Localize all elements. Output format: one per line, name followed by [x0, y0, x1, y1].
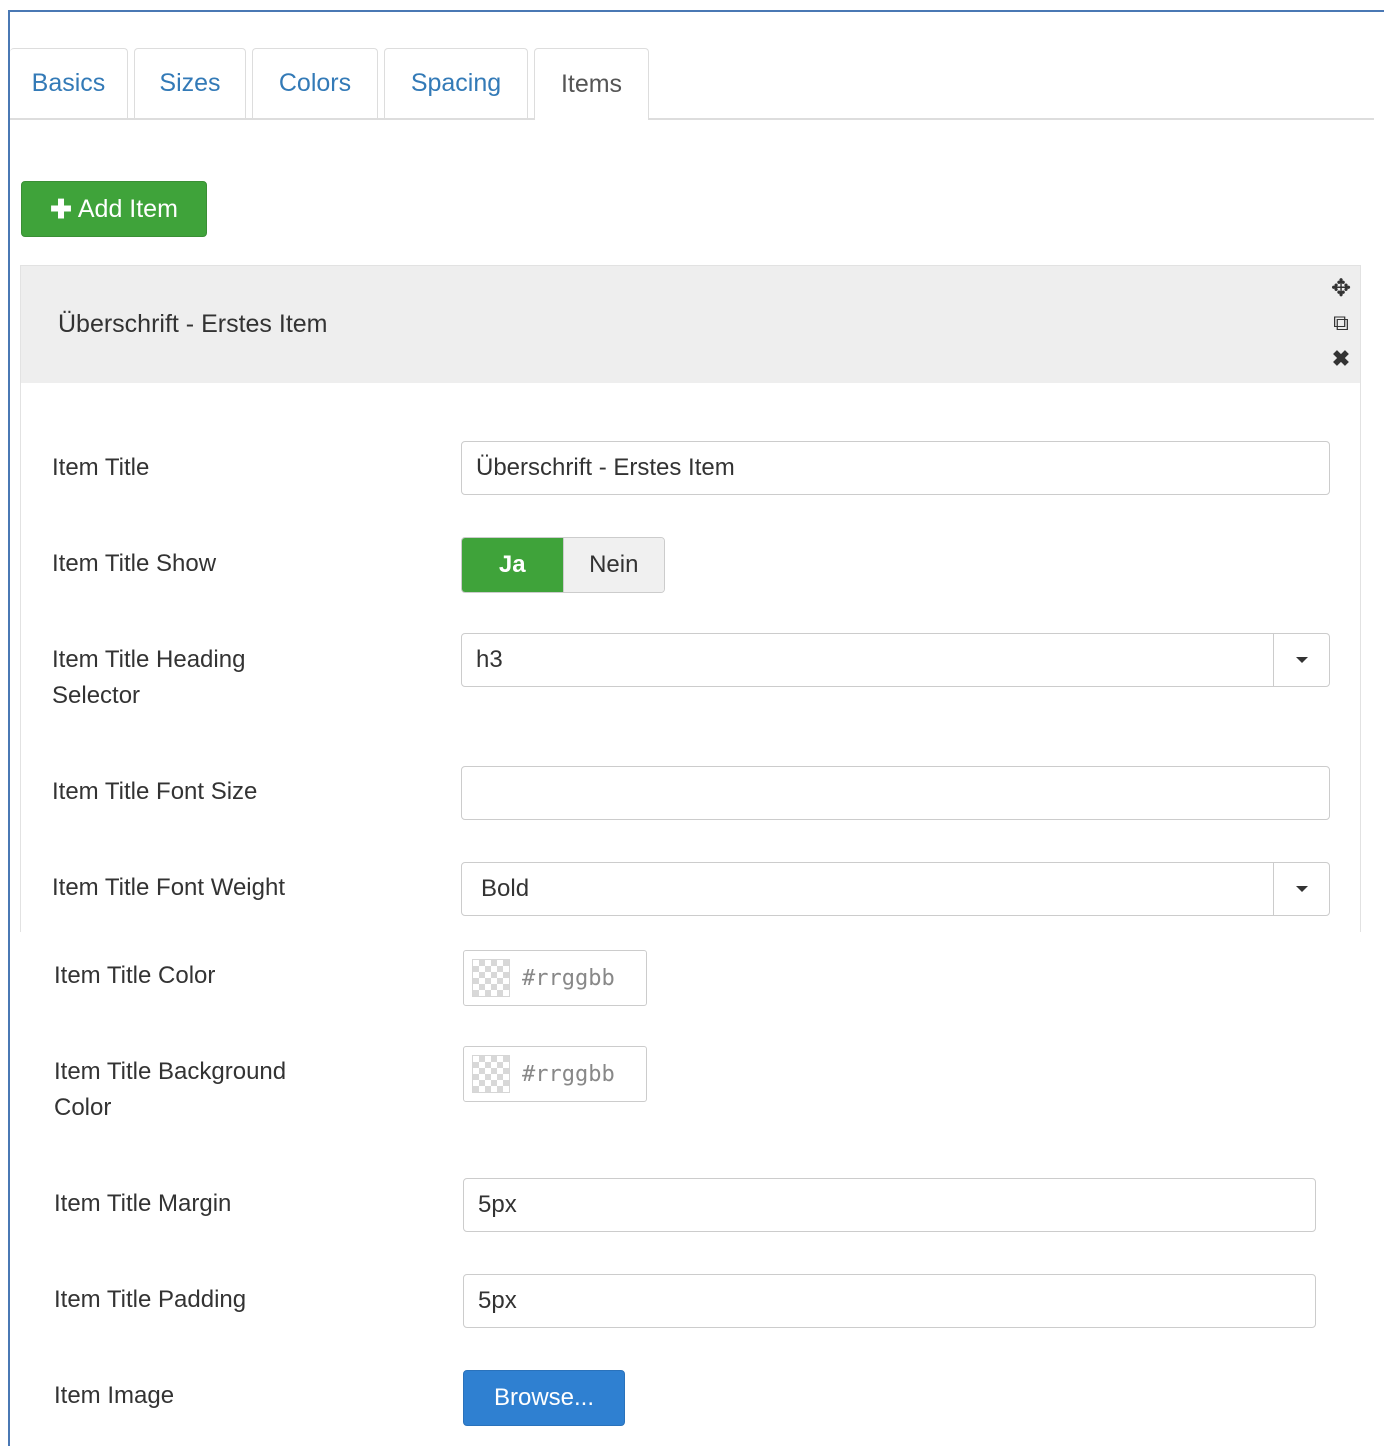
title-padding-value: 5px	[478, 1287, 517, 1314]
move-icon[interactable]: ✥	[1326, 274, 1356, 303]
tab-basics[interactable]: Basics	[10, 48, 128, 118]
title-padding-label: Item Title Padding	[54, 1286, 247, 1313]
heading-selector-dropdown[interactable]	[1273, 634, 1329, 686]
title-margin-input[interactable]: 5px	[463, 1178, 1316, 1232]
tab-colors[interactable]: Colors	[252, 48, 378, 118]
tab-sizes[interactable]: Sizes	[134, 48, 246, 118]
tab-bar-divider	[10, 118, 1374, 120]
title-bg-color-label: Item Title Background Color	[54, 1054, 286, 1126]
title-bg-color-picker[interactable]: #rrggbb	[463, 1046, 647, 1102]
tab-spacing[interactable]: Spacing	[384, 48, 528, 118]
plus-icon: ✚	[50, 193, 72, 224]
item-title-show-label: Item Title Show	[52, 550, 217, 577]
heading-selector-label-line2: Selector	[52, 682, 141, 709]
item-title-value: Überschrift - Erstes Item	[476, 454, 735, 481]
copy-icon[interactable]: ⧉	[1326, 310, 1356, 336]
toggle-option-nein[interactable]: Nein	[562, 538, 664, 592]
item-panel-header[interactable]: Überschrift - Erstes Item ✥ ⧉ ✖	[21, 266, 1360, 383]
window-frame-left	[8, 10, 10, 1446]
add-item-label: Add Item	[77, 194, 178, 223]
color-swatch-icon	[472, 959, 510, 997]
font-weight-select[interactable]: Bold	[461, 862, 1330, 916]
item-image-label: Item Image	[54, 1382, 175, 1409]
tab-items[interactable]: Items	[534, 48, 649, 120]
item-title-show-toggle[interactable]: Ja Nein	[461, 537, 665, 593]
browse-button[interactable]: Browse...	[463, 1370, 625, 1426]
heading-selector-select[interactable]: h3	[461, 633, 1330, 687]
item-title-input[interactable]: Überschrift - Erstes Item	[461, 441, 1330, 495]
title-margin-label: Item Title Margin	[54, 1190, 232, 1217]
font-weight-value: Bold	[481, 875, 530, 902]
item-title-label: Item Title	[52, 454, 150, 481]
font-size-input[interactable]	[461, 766, 1330, 820]
toggle-option-ja[interactable]: Ja	[462, 538, 563, 592]
window-frame-top	[8, 10, 1384, 12]
title-color-picker[interactable]: #rrggbb	[463, 950, 647, 1006]
add-item-button[interactable]: ✚ Add Item	[21, 181, 207, 237]
tab-bar: Basics Sizes Colors Spacing Items	[10, 48, 1374, 120]
font-weight-label: Item Title Font Weight	[52, 874, 285, 901]
color-swatch-icon	[472, 1055, 510, 1093]
item-panel: Überschrift - Erstes Item ✥ ⧉ ✖	[20, 265, 1361, 932]
font-weight-dropdown[interactable]	[1273, 863, 1329, 915]
chevron-down-icon	[1295, 886, 1308, 892]
title-color-placeholder: #rrggbb	[522, 965, 615, 991]
title-bg-color-placeholder: #rrggbb	[522, 1061, 615, 1087]
title-padding-input[interactable]: 5px	[463, 1274, 1316, 1328]
heading-selector-label-line1: Item Title Heading	[52, 646, 246, 673]
item-panel-title: Überschrift - Erstes Item	[58, 310, 328, 338]
title-bg-color-label-line1: Item Title Background	[54, 1058, 287, 1085]
title-bg-color-label-line2: Color	[54, 1094, 112, 1121]
font-size-label: Item Title Font Size	[52, 778, 258, 805]
chevron-down-icon	[1295, 657, 1308, 663]
heading-selector-value: h3	[476, 646, 503, 673]
title-margin-value: 5px	[478, 1191, 517, 1218]
title-color-label: Item Title Color	[54, 962, 216, 989]
heading-selector-label: Item Title Heading Selector	[52, 642, 245, 714]
close-icon[interactable]: ✖	[1326, 346, 1356, 372]
